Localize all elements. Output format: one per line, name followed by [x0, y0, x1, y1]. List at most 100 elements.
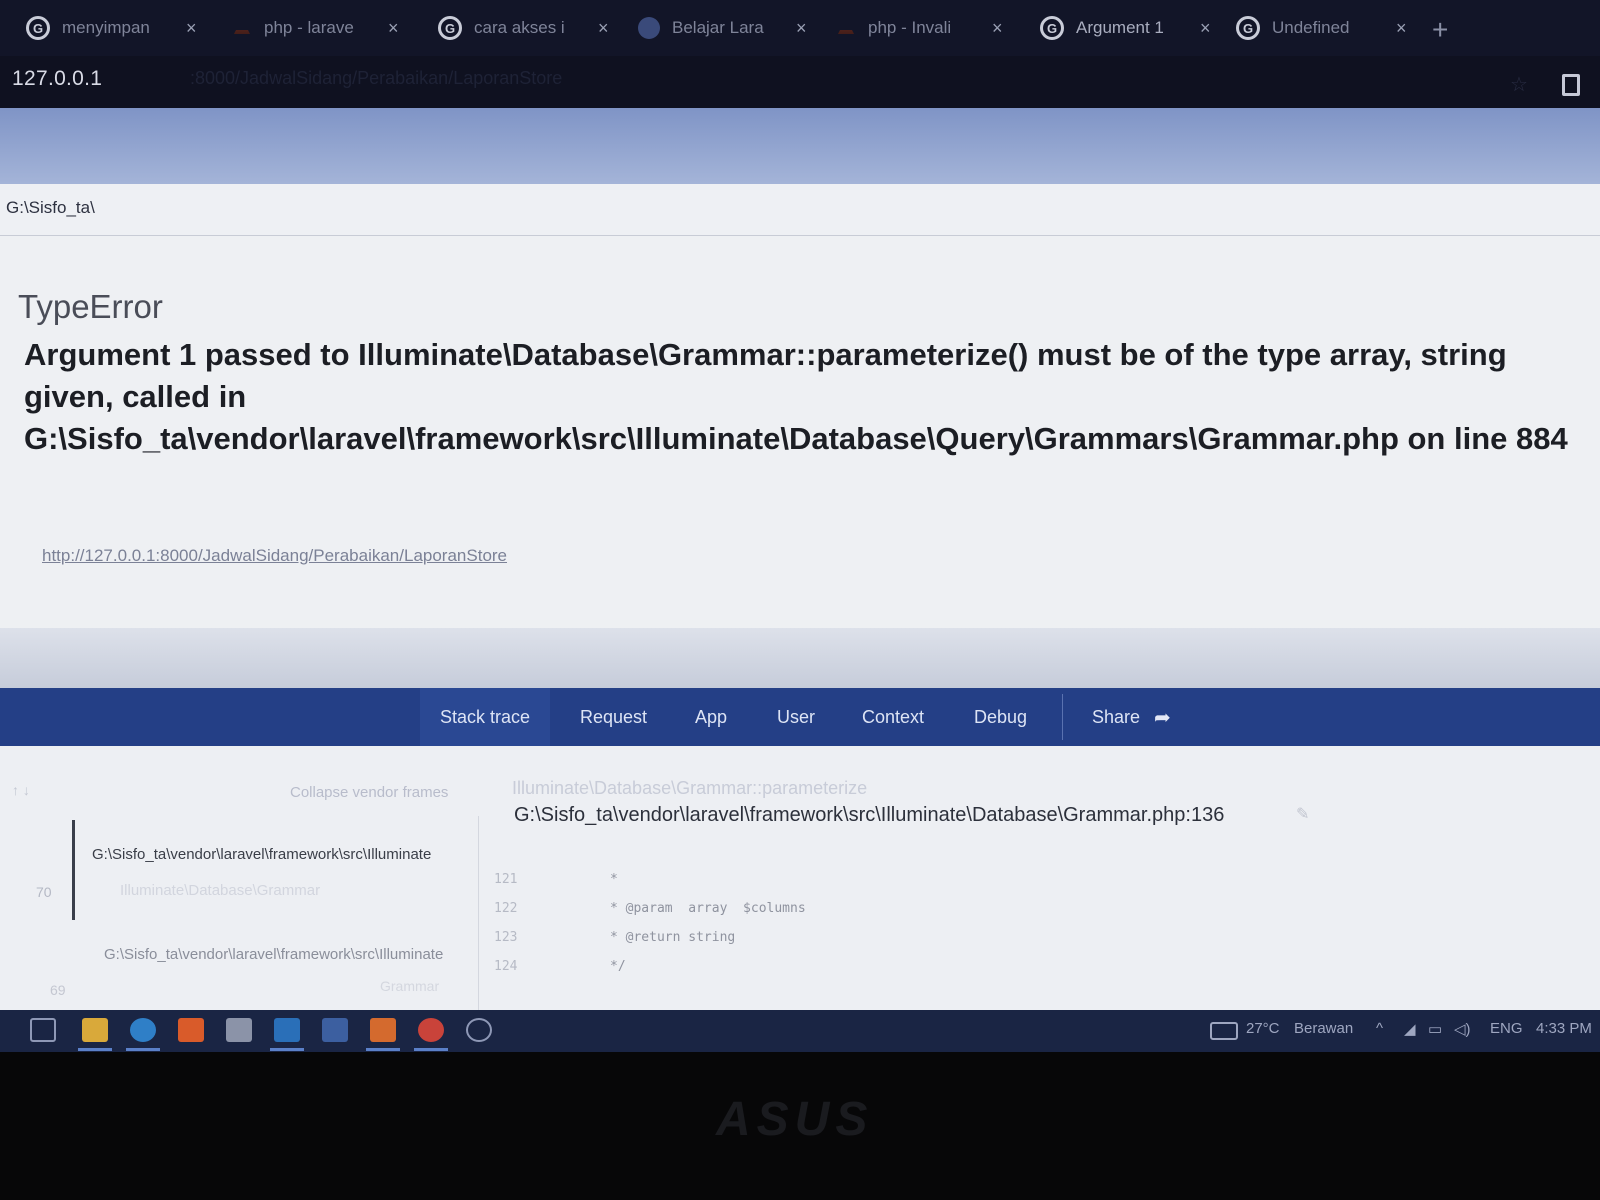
- close-icon[interactable]: ×: [186, 18, 197, 39]
- address-url-path: :8000/JadwalSidang/Perabaikan/LaporanSto…: [190, 68, 563, 88]
- close-icon[interactable]: ×: [992, 18, 1003, 39]
- edit-pencil-icon[interactable]: ✎: [1296, 804, 1309, 824]
- divider-band: [0, 628, 1600, 688]
- mail-icon[interactable]: [322, 1018, 348, 1042]
- laptop-brand-logo: ASUS: [716, 1093, 874, 1146]
- language-indicator[interactable]: ENG: [1490, 1020, 1523, 1037]
- code-line-number: 122: [494, 901, 518, 916]
- stack-frame-file[interactable]: G:\Sisfo_ta\vendor\laravel\framework\src…: [104, 946, 443, 963]
- window-icon[interactable]: [1562, 74, 1580, 96]
- collapse-vendor-frames-toggle[interactable]: Collapse vendor frames: [290, 784, 448, 801]
- tab-app[interactable]: App: [695, 688, 727, 746]
- share-button[interactable]: Share ➦: [1092, 688, 1171, 746]
- xampp-icon[interactable]: [370, 1018, 396, 1042]
- tray-chevron-icon[interactable]: ^: [1376, 1020, 1383, 1037]
- bookmark-star-icon[interactable]: ☆: [1510, 72, 1528, 97]
- code-line-text: * @return string: [610, 930, 736, 945]
- frame-function-name: Illuminate\Database\Grammar::parameteriz…: [512, 778, 868, 798]
- share-label: Share: [1092, 706, 1141, 727]
- error-summary: TypeError Argument 1 passed to Illuminat…: [0, 236, 1600, 628]
- tab-debug[interactable]: Debug: [974, 688, 1027, 746]
- firefox-icon[interactable]: [178, 1018, 204, 1042]
- app-path: G:\Sisfo_ta\: [6, 198, 95, 217]
- browser-tab[interactable]: php - larave ×: [232, 8, 399, 48]
- close-icon[interactable]: ×: [1396, 18, 1407, 39]
- wifi-icon[interactable]: ◢: [1404, 1020, 1416, 1038]
- task-view-icon[interactable]: [30, 1018, 56, 1042]
- browser-tab[interactable]: G menyimpan ×: [26, 8, 197, 48]
- tab-stack-trace[interactable]: Stack trace: [420, 688, 551, 746]
- address-bar[interactable]: 127.0.0.1 :8000/JadwalSidang/Perabaikan/…: [0, 56, 1600, 108]
- close-icon[interactable]: ×: [598, 18, 609, 39]
- stack-frame-number: 70: [36, 884, 52, 900]
- tab-title: php - larave: [264, 18, 354, 37]
- tab-request[interactable]: Request: [580, 688, 647, 746]
- active-indicator: [126, 1048, 160, 1051]
- browser-tab[interactable]: G cara akses i ×: [438, 8, 609, 48]
- nav-divider: [1062, 694, 1063, 740]
- tab-title: cara akses i: [474, 18, 565, 37]
- weather-icon[interactable]: [1210, 1022, 1238, 1040]
- stack-frame-file[interactable]: G:\Sisfo_ta\vendor\laravel\framework\src…: [92, 846, 431, 863]
- clock[interactable]: 4:33 PM: [1536, 1020, 1592, 1037]
- edge-icon[interactable]: [130, 1018, 156, 1042]
- weather-desc[interactable]: Berawan: [1294, 1020, 1353, 1037]
- app-path-bar: G:\Sisfo_ta\: [0, 184, 1600, 236]
- share-arrow-icon: ➦: [1154, 706, 1171, 729]
- chrome-icon[interactable]: [418, 1018, 444, 1042]
- app-icon[interactable]: [466, 1018, 492, 1042]
- browser-tab[interactable]: G Undefined ×: [1236, 8, 1407, 48]
- code-line-number: 121: [494, 872, 518, 887]
- browser-tab[interactable]: Belajar Lara ×: [638, 8, 807, 48]
- stack-frame-number: 69: [50, 982, 66, 998]
- battery-icon[interactable]: ▭: [1428, 1020, 1442, 1038]
- tab-label: App: [695, 706, 728, 727]
- tab-label: User: [777, 706, 816, 727]
- code-line-text: * @param array $columns: [610, 901, 806, 916]
- frame-divider: [478, 816, 479, 1020]
- address-url[interactable]: 127.0.0.1: [12, 67, 102, 91]
- close-icon[interactable]: ×: [796, 18, 807, 39]
- google-icon: G: [1236, 16, 1260, 40]
- vscode-icon[interactable]: [274, 1018, 300, 1042]
- close-icon[interactable]: ×: [1200, 18, 1211, 39]
- tab-title: php - Invali: [868, 18, 952, 37]
- tab-user[interactable]: User: [777, 688, 815, 746]
- google-icon: G: [1040, 16, 1064, 40]
- file-explorer-icon[interactable]: [82, 1018, 108, 1042]
- stackoverflow-icon: [234, 30, 250, 34]
- tab-label: Stack trace: [440, 706, 531, 727]
- stack-trace-panel: ↑ ↓ Collapse vendor frames Illuminate\Da…: [0, 746, 1600, 1020]
- code-line-text: */: [610, 959, 626, 974]
- weather-temp[interactable]: 27°C: [1246, 1020, 1280, 1037]
- browser-tab[interactable]: php - Invali ×: [836, 8, 1003, 48]
- close-icon[interactable]: ×: [388, 18, 399, 39]
- stack-frame-class: Grammar: [380, 978, 440, 994]
- browser-tab-active[interactable]: G Argument 1 ×: [1040, 8, 1211, 48]
- globe-icon: [638, 17, 660, 39]
- tab-title: menyimpan: [62, 18, 150, 37]
- selected-frame-marker: [72, 820, 75, 920]
- new-tab-button[interactable]: +: [1432, 14, 1448, 46]
- tab-title: Argument 1: [1076, 18, 1164, 37]
- tab-context[interactable]: Context: [862, 688, 924, 746]
- code-line-text: *: [610, 872, 618, 887]
- google-icon: G: [438, 16, 462, 40]
- google-icon: G: [26, 16, 50, 40]
- store-icon[interactable]: [226, 1018, 252, 1042]
- tab-label: Context: [862, 706, 925, 727]
- error-page: G:\Sisfo_ta\ TypeError Argument 1 passed…: [0, 108, 1600, 1020]
- stack-frame-class: Illuminate\Database\Grammar: [120, 882, 321, 899]
- os-taskbar: 27°C Berawan ^ ◢ ▭ ◁) ENG 4:33 PM: [0, 1010, 1600, 1052]
- tab-label: Debug: [974, 706, 1028, 727]
- tab-title: Belajar Lara: [672, 18, 764, 37]
- volume-icon[interactable]: ◁): [1454, 1020, 1471, 1038]
- error-message: Argument 1 passed to Illuminate\Database…: [24, 337, 1568, 456]
- active-indicator: [270, 1048, 304, 1051]
- tab-title: Undefined: [1272, 18, 1350, 37]
- frame-nav-arrows-icon[interactable]: ↑ ↓: [12, 782, 30, 798]
- frame-file-path: G:\Sisfo_ta\vendor\laravel\framework\src…: [514, 804, 1225, 826]
- error-url-link[interactable]: http://127.0.0.1:8000/JadwalSidang/Perab…: [42, 546, 507, 566]
- code-line-number: 123: [494, 930, 518, 945]
- header-band: [0, 108, 1600, 184]
